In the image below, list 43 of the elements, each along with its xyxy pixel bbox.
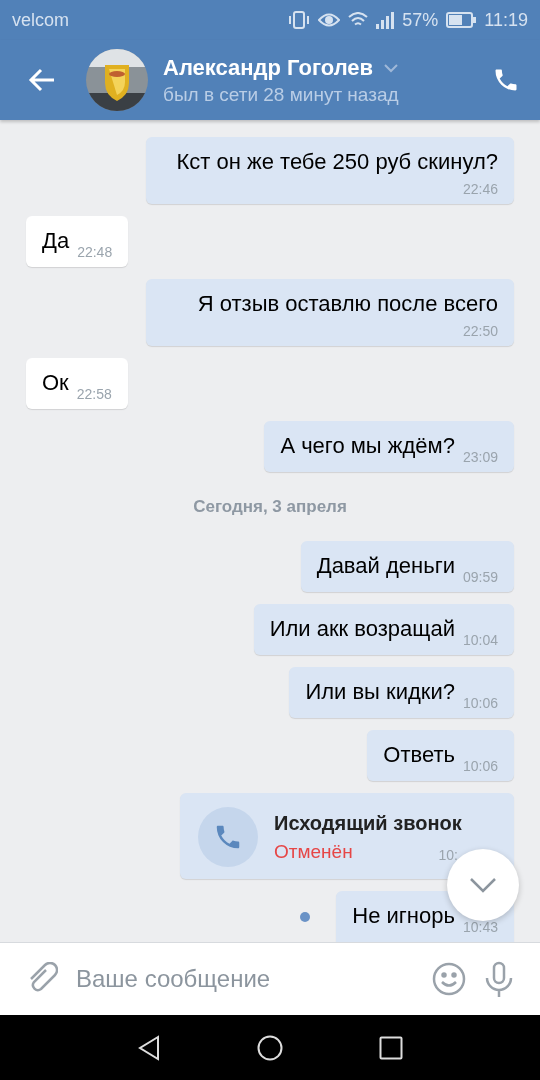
message-text: Не игнорь: [352, 903, 455, 930]
back-nav-button[interactable]: [137, 1034, 161, 1061]
message-input[interactable]: Ваше сообщение: [76, 959, 414, 999]
message-time: 23:09: [462, 449, 498, 465]
microphone-icon[interactable]: [484, 961, 514, 997]
message-time: 10:: [438, 846, 458, 863]
back-button[interactable]: [28, 68, 56, 92]
message-time: 22:48: [77, 244, 113, 260]
message-time: 22:50: [462, 323, 498, 339]
vibrate-icon: [288, 10, 311, 30]
message-time: 22:46: [462, 181, 498, 197]
call-title: Исходящий звонок: [274, 811, 463, 835]
message-text: Да: [42, 228, 70, 255]
home-nav-button[interactable]: [257, 1034, 283, 1061]
message-text: А чего мы ждём?: [280, 433, 455, 460]
carrier-name: velcom: [12, 9, 69, 31]
recents-nav-button[interactable]: [379, 1035, 403, 1060]
chevron-down-icon: [469, 877, 497, 893]
call-message[interactable]: Исходящий звонок Отменён 10:: [180, 793, 514, 879]
eye-icon: [318, 12, 341, 28]
clock-time: 11:19: [484, 9, 528, 31]
contact-name[interactable]: Александр Гоголев: [163, 54, 374, 81]
signal-icon: [376, 11, 395, 29]
message-text: Или вы кидки?: [305, 679, 455, 706]
message-text: Ок: [42, 370, 69, 397]
message-text: Ответь: [383, 742, 455, 769]
message-time: 22:58: [76, 386, 112, 402]
date-separator: Сегодня, 3 апреля: [193, 496, 347, 518]
message-time: 10:04: [462, 632, 498, 648]
wifi-icon: [348, 12, 369, 28]
last-seen-status: был в сети 28 минут назад: [163, 83, 400, 106]
message-text: Или акк возращай: [269, 616, 455, 643]
battery-percent: 57%: [402, 9, 439, 31]
message-text: Давай деньги: [316, 553, 455, 580]
message-text: Я отзыв оставлю после всего: [197, 291, 498, 318]
message-text: Кст он же тебе 250 руб скинул?: [176, 149, 498, 176]
message-time: 10:43: [462, 919, 498, 935]
message-time: 10:06: [462, 758, 498, 774]
message-time: 09:59: [462, 569, 498, 585]
smiley-icon[interactable]: [432, 962, 466, 996]
message-time: 10:06: [462, 695, 498, 711]
call-status: Отменён: [274, 840, 353, 863]
battery-icon: [446, 12, 477, 28]
